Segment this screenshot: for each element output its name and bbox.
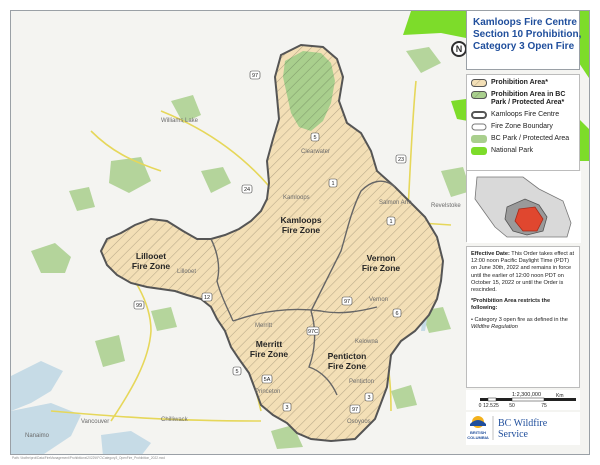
zone-label-penticton: Penticton Fire Zone <box>328 351 367 371</box>
svg-text:6: 6 <box>395 311 398 317</box>
legend-item-prohibition: Prohibition Area* <box>471 79 577 87</box>
svg-text:97: 97 <box>344 299 350 305</box>
hwy-shield: 5 <box>310 132 320 142</box>
hwy-shield: 97 <box>249 70 261 80</box>
legend-swatch-zone <box>471 123 487 131</box>
place-nanaimo: Nanaimo <box>25 433 50 439</box>
hwy-shield: 97 <box>341 296 353 306</box>
map-title: Kamloops Fire Centre Section 10 Prohibit… <box>466 10 582 70</box>
scale-tick: 75 <box>541 403 547 409</box>
place-princeton: Princeton <box>255 389 280 395</box>
place-lillooet: Lillooet <box>177 269 196 275</box>
hwy-shield: 99 <box>133 300 145 310</box>
legend-item-kfc: Kamloops Fire Centre <box>471 111 577 119</box>
legend-swatch-kfc <box>471 111 487 119</box>
legend-swatch-prohibition <box>471 79 487 87</box>
legend-item-national: National Park <box>471 147 577 155</box>
scale-tick: 50 <box>509 403 515 409</box>
logo-text-line1: BC Wildfire <box>498 418 548 429</box>
svg-text:3: 3 <box>367 395 370 401</box>
svg-text:5: 5 <box>313 135 316 141</box>
gov-logo-line2: COLUMBIA <box>467 435 489 440</box>
hwy-shield: 3 <box>364 392 374 402</box>
place-vernon: Vernon <box>369 297 388 303</box>
hwy-shield: 97C <box>306 326 320 336</box>
legend-item-prohibition-park: Prohibition Area in BC Park / Protected A… <box>471 91 577 107</box>
effective-date: Effective Date: This Order takes effect … <box>471 251 575 294</box>
legend-box: Prohibition Area* Prohibition Area in BC… <box>466 74 580 180</box>
title-line-3: Category 3 Open Fire <box>473 41 575 52</box>
file-path-footer: Path: \\bcfire\prot\Data\FireManagement\… <box>12 456 165 460</box>
notes-box: Effective Date: This Order takes effect … <box>466 246 580 388</box>
legend-swatch-prohibition-park <box>471 91 487 99</box>
hwy-shield: 97 <box>349 404 361 414</box>
place-vancouver: Vancouver <box>81 419 109 425</box>
svg-text:97: 97 <box>352 407 358 413</box>
svg-text:1: 1 <box>331 181 334 187</box>
place-salmon-arm: Salmon Arm <box>379 200 412 206</box>
bc-locator-map <box>467 171 581 243</box>
svg-text:23: 23 <box>398 157 404 163</box>
scale-tick: 12.5 <box>483 403 493 409</box>
hwy-shield: 5 <box>232 366 242 376</box>
hwy-shield: 1 <box>328 178 338 188</box>
logo-text-line2: Service <box>498 429 529 440</box>
bc-wildfire-logo: BRITISH COLUMBIA BC Wildfire Service <box>466 412 580 445</box>
legend-item-park: BC Park / Protected Area <box>471 135 577 143</box>
svg-text:5A: 5A <box>264 377 271 383</box>
legend-item-zone: Fire Zone Boundary <box>471 123 577 131</box>
inset-map <box>466 170 581 243</box>
scale-bar: 1:2,300,000 Km 0 12.5 25 50 75 <box>466 390 580 410</box>
svg-text:5: 5 <box>235 369 238 375</box>
legend-panel: Kamloops Fire Centre Section 10 Prohibit… <box>466 10 582 445</box>
place-chilliwack: Chilliwack <box>161 417 189 423</box>
title-line-1: Kamloops Fire Centre <box>473 17 577 28</box>
hwy-shield: 6 <box>392 308 402 318</box>
svg-text:97C: 97C <box>308 329 318 335</box>
hwy-shield: 24 <box>241 184 253 194</box>
svg-text:12: 12 <box>204 295 210 301</box>
svg-text:97: 97 <box>252 73 258 79</box>
hwy-shield: 5A <box>261 374 273 384</box>
legend-swatch-park <box>471 135 487 143</box>
restrictions-heading: *Prohibition Area restricts the followin… <box>471 298 551 312</box>
svg-text:24: 24 <box>244 187 250 193</box>
place-clearwater: Clearwater <box>301 149 330 155</box>
zone-label-vernon: Vernon Fire Zone <box>362 253 401 273</box>
place-williams-lake: Williams Lake <box>161 118 199 124</box>
restriction-bullet: • Category 3 open fire as defined in the… <box>471 316 568 330</box>
zone-label-lillooet: Lillooet Fire Zone <box>132 251 171 271</box>
north-arrow-icon: N <box>451 41 467 57</box>
svg-text:1: 1 <box>389 219 392 225</box>
hwy-shield: 12 <box>201 292 213 302</box>
svg-text:3: 3 <box>285 405 288 411</box>
hwy-shield: 23 <box>395 154 407 164</box>
scale-ratio: 1:2,300,000 <box>512 392 541 398</box>
scale-unit: Km <box>556 393 564 399</box>
hwy-shield: 1 <box>386 216 396 226</box>
place-revelstoke: Revelstoke <box>431 203 461 209</box>
place-penticton: Penticton <box>349 379 374 385</box>
scale-tick: 25 <box>493 403 499 409</box>
hwy-shield: 3 <box>282 402 292 412</box>
title-line-2: Section 10 Prohibition, <box>473 29 582 40</box>
place-osoyoos: Osoyoos <box>347 419 371 425</box>
place-kamloops: Kamloops <box>283 195 310 201</box>
svg-text:99: 99 <box>136 303 142 309</box>
place-merritt: Merritt <box>255 323 272 329</box>
zone-label-kamloops: Kamloops Fire Zone <box>280 215 321 235</box>
legend-swatch-national <box>471 147 487 155</box>
scale-tick: 0 <box>479 403 482 409</box>
place-kelowna: Kelowna <box>355 339 379 345</box>
